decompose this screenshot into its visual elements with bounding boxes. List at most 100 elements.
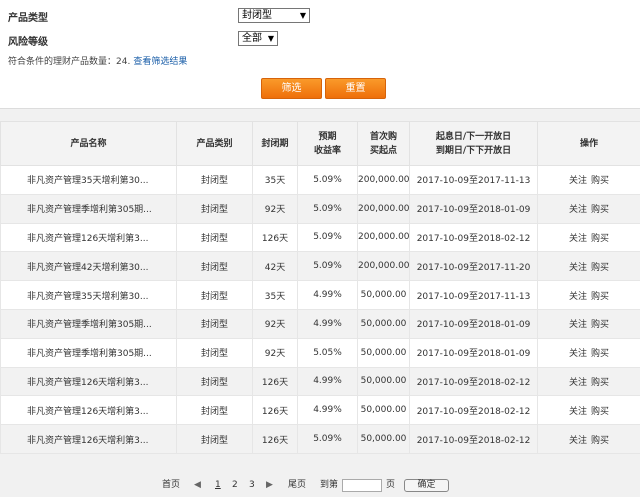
- buy-link[interactable]: 购买: [591, 349, 609, 359]
- cell-ops: 关注 购买: [537, 366, 640, 397]
- follow-link[interactable]: 关注: [569, 320, 587, 330]
- table-row: 非凡资产管理42天增利第30... 封闭型 42天 5.09% 200,000.…: [0, 251, 640, 282]
- page-link-1[interactable]: 1: [215, 478, 221, 492]
- cell-period: 92天: [252, 193, 298, 224]
- table-row: 非凡资产管理35天增利第30... 封闭型 35天 4.99% 50,000.0…: [0, 280, 640, 310]
- table-row: 非凡资产管理季增利第305期... 封闭型 92天 5.09% 200,000.…: [0, 193, 640, 224]
- header-dates-line1: 起息日/下一开放日: [435, 131, 512, 142]
- follow-link[interactable]: 关注: [569, 234, 587, 244]
- buy-link[interactable]: 购买: [591, 407, 609, 417]
- follow-link[interactable]: 关注: [569, 176, 587, 186]
- buy-link[interactable]: 购买: [591, 436, 609, 446]
- cell-dates: 2017-10-09至2018-02-12: [409, 222, 538, 253]
- result-count-prefix: 符合条件的理财产品数量：: [8, 57, 117, 67]
- cell-period: 126天: [252, 366, 298, 397]
- follow-link[interactable]: 关注: [569, 436, 587, 446]
- cell-name[interactable]: 非凡资产管理35天增利第30...: [0, 280, 177, 310]
- cell-yield: 5.09%: [297, 165, 358, 195]
- buy-link[interactable]: 购买: [591, 205, 609, 215]
- cell-category: 封闭型: [176, 337, 253, 368]
- page-link-3[interactable]: 3: [249, 478, 255, 492]
- cell-name[interactable]: 非凡资产管理126天增利第3...: [0, 366, 177, 397]
- last-page-link[interactable]: 尾页: [288, 478, 306, 492]
- triangle-left-icon[interactable]: ◀: [194, 478, 201, 492]
- table-header-row: 产品名称 产品类别 封闭期 预期 收益率 首次购 买起点 起息日/下一开放日 到期日/…: [0, 121, 640, 166]
- cell-category: 封闭型: [176, 395, 253, 426]
- risk-level-select[interactable]: 全部 ▼: [238, 31, 278, 46]
- confirm-page-button[interactable]: 确定: [404, 479, 449, 492]
- product-type-value: 封闭型: [242, 10, 272, 21]
- chevron-down-icon: ▼: [267, 34, 274, 43]
- cell-category: 封闭型: [176, 222, 253, 253]
- cell-name[interactable]: 非凡资产管理季增利第305期...: [0, 337, 177, 368]
- cell-dates: 2017-10-09至2017-11-20: [409, 251, 538, 282]
- filter-button[interactable]: 筛选: [261, 78, 322, 99]
- cell-min: 50,000.00: [357, 366, 410, 397]
- buy-link[interactable]: 购买: [591, 263, 609, 273]
- cell-yield: 4.99%: [297, 308, 358, 339]
- buy-link[interactable]: 购买: [591, 320, 609, 330]
- product-type-label: 产品类型: [8, 13, 48, 24]
- follow-link[interactable]: 关注: [569, 378, 587, 388]
- cell-ops: 关注 购买: [537, 424, 640, 454]
- first-page-link[interactable]: 首页: [162, 478, 180, 492]
- table-row: 非凡资产管理35天增利第30... 封闭型 35天 5.09% 200,000.…: [0, 165, 640, 195]
- cell-period: 126天: [252, 424, 298, 454]
- risk-level-label: 风险等级: [8, 37, 48, 48]
- cell-min: 50,000.00: [357, 395, 410, 426]
- table-row: 非凡资产管理126天增利第3... 封闭型 126天 5.09% 50,000.…: [0, 424, 640, 454]
- cell-name[interactable]: 非凡资产管理季增利第305期...: [0, 193, 177, 224]
- cell-min: 200,000.00: [357, 193, 410, 224]
- pagination: 首页 ◀ 1 2 3 ▶ 尾页 到第 页 确定: [0, 478, 640, 492]
- cell-name[interactable]: 非凡资产管理35天增利第30...: [0, 165, 177, 195]
- cell-yield: 5.09%: [297, 251, 358, 282]
- cell-name[interactable]: 非凡资产管理126天增利第3...: [0, 222, 177, 253]
- page-link-2[interactable]: 2: [232, 478, 238, 492]
- cell-ops: 关注 购买: [537, 251, 640, 282]
- table-row: 非凡资产管理126天增利第3... 封闭型 126天 5.09% 200,000…: [0, 222, 640, 253]
- cell-period: 126天: [252, 395, 298, 426]
- cell-min: 200,000.00: [357, 251, 410, 282]
- cell-dates: 2017-10-09至2018-01-09: [409, 193, 538, 224]
- cell-ops: 关注 购买: [537, 395, 640, 426]
- buy-link[interactable]: 购买: [591, 292, 609, 302]
- header-yield-line1: 预期: [318, 131, 337, 142]
- filter-panel: 产品类型 封闭型 ▼ 风险等级 全部 ▼ 符合条件的理财产品数量：24. 查看筛选…: [0, 0, 640, 109]
- result-count-value: 24.: [116, 57, 131, 67]
- cell-name[interactable]: 非凡资产管理42天增利第30...: [0, 251, 177, 282]
- cell-name[interactable]: 非凡资产管理126天增利第3...: [0, 395, 177, 426]
- cell-name[interactable]: 非凡资产管理季增利第305期...: [0, 308, 177, 339]
- cell-period: 126天: [252, 222, 298, 253]
- product-table: 产品名称 产品类别 封闭期 预期 收益率 首次购 买起点 起息日/下一开放日 到期日/…: [0, 121, 640, 454]
- cell-ops: 关注 购买: [537, 165, 640, 195]
- header-name: 产品名称: [0, 121, 177, 166]
- view-results-link[interactable]: 查看筛选结果: [133, 57, 187, 67]
- page-number-input[interactable]: [342, 479, 382, 492]
- header-dates-line2: 到期日/下下开放日: [435, 145, 512, 156]
- buy-link[interactable]: 购买: [591, 378, 609, 388]
- cell-name[interactable]: 非凡资产管理126天增利第3...: [0, 424, 177, 454]
- cell-min: 50,000.00: [357, 280, 410, 310]
- cell-dates: 2017-10-09至2017-11-13: [409, 165, 538, 195]
- header-ops: 操作: [537, 121, 640, 166]
- follow-link[interactable]: 关注: [569, 407, 587, 417]
- triangle-right-icon[interactable]: ▶: [266, 478, 273, 492]
- header-min: 首次购 买起点: [357, 121, 410, 166]
- cell-period: 35天: [252, 165, 298, 195]
- cell-category: 封闭型: [176, 308, 253, 339]
- buy-link[interactable]: 购买: [591, 234, 609, 244]
- cell-dates: 2017-10-09至2018-02-12: [409, 424, 538, 454]
- follow-link[interactable]: 关注: [569, 349, 587, 359]
- cell-period: 35天: [252, 280, 298, 310]
- follow-link[interactable]: 关注: [569, 263, 587, 273]
- follow-link[interactable]: 关注: [569, 292, 587, 302]
- goto-prefix: 到第: [320, 480, 339, 490]
- follow-link[interactable]: 关注: [569, 205, 587, 215]
- product-type-select[interactable]: 封闭型 ▼: [238, 8, 310, 23]
- cell-dates: 2017-10-09至2018-01-09: [409, 308, 538, 339]
- cell-ops: 关注 购买: [537, 280, 640, 310]
- cell-category: 封闭型: [176, 251, 253, 282]
- reset-button[interactable]: 重置: [325, 78, 386, 99]
- buy-link[interactable]: 购买: [591, 176, 609, 186]
- risk-level-value: 全部: [242, 33, 262, 44]
